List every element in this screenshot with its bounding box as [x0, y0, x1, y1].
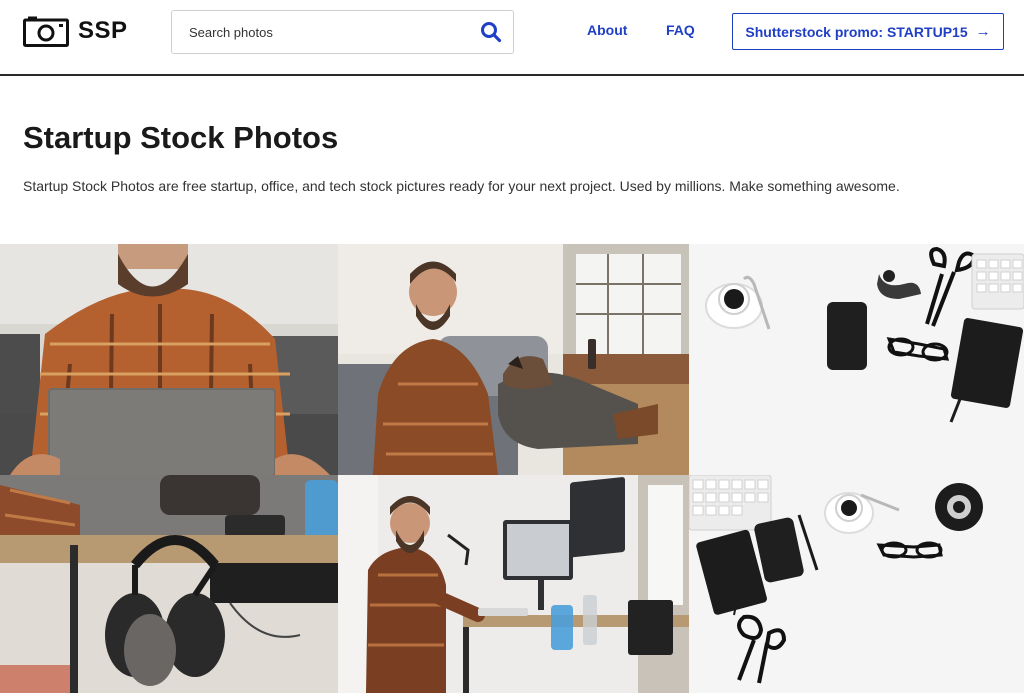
arrow-right-icon: →	[975, 23, 991, 40]
search-icon	[481, 22, 502, 43]
photo-flatlay-desk-top[interactable]	[689, 244, 1024, 475]
promo-label: Shutterstock promo: STARTUP15	[745, 23, 968, 40]
photo-image	[338, 244, 689, 475]
photo-man-standing-desk[interactable]	[338, 475, 689, 693]
photo-flatlay-desk-bottom[interactable]	[689, 475, 1024, 693]
photo-image	[0, 244, 338, 475]
photo-image	[689, 244, 1024, 475]
nav-faq-link[interactable]: FAQ	[666, 22, 695, 38]
page-tagline: Startup Stock Photos are free startup, o…	[23, 178, 900, 194]
logo-text: SSP	[78, 17, 128, 44]
search-input[interactable]	[173, 12, 463, 52]
nav-about-link[interactable]: About	[587, 22, 627, 38]
site-header: SSP About FAQ Shutterstock promo: STARTU…	[0, 0, 1024, 76]
photo-man-dog-sofa[interactable]	[338, 244, 689, 475]
site-logo[interactable]: SSP	[23, 15, 128, 47]
search-box	[171, 10, 514, 54]
camera-icon	[23, 16, 69, 47]
photo-image	[338, 475, 689, 693]
page-title: Startup Stock Photos	[23, 120, 339, 155]
photo-image	[0, 475, 338, 693]
promo-button[interactable]: Shutterstock promo: STARTUP15 →	[732, 13, 1004, 50]
photo-man-laptop-sofa[interactable]	[0, 244, 338, 475]
photo-image	[689, 475, 1024, 693]
photo-headphones-desk[interactable]	[0, 475, 338, 693]
search-button[interactable]	[477, 18, 505, 46]
